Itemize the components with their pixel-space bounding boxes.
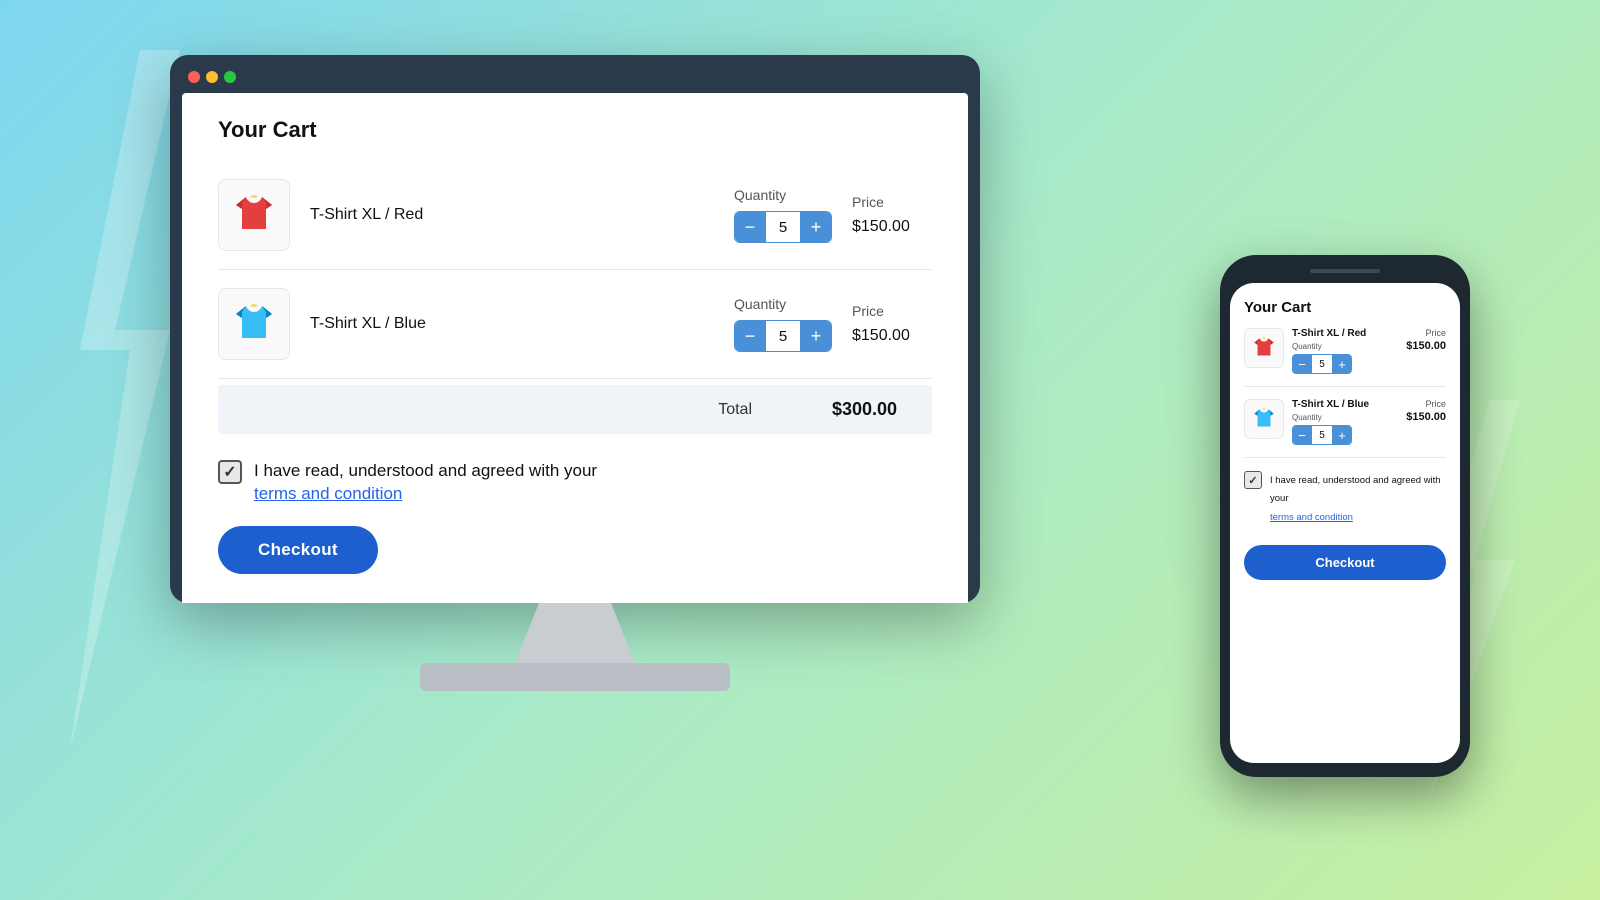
item-1-decrement-button[interactable]: − xyxy=(735,212,765,242)
mobile-cart-title: Your Cart xyxy=(1244,299,1446,316)
mobile-item-1-qty-control: − 5 + xyxy=(1292,354,1352,374)
item-1-qty-control: − 5 + xyxy=(734,211,832,243)
desktop-cart-item-2: T-Shirt XL / Blue Quantity − 5 + Price $… xyxy=(218,270,932,379)
mobile-terms-checkbox[interactable]: ✓ xyxy=(1244,471,1262,489)
desktop-total-value: $300.00 xyxy=(832,399,912,420)
mobile-item-1-image xyxy=(1244,328,1284,368)
desktop-total-label: Total xyxy=(718,401,752,419)
desktop-total-row: Total $300.00 xyxy=(218,385,932,434)
mobile-phone: Your Cart T-Shirt XL / Red Quantity − xyxy=(1220,255,1470,777)
monitor-screen: Your Cart T-Shirt XL / Red Quantity − xyxy=(182,93,968,603)
desktop-cart-item-1: T-Shirt XL / Red Quantity − 5 + Price $1… xyxy=(218,161,932,270)
mobile-item-1-price-section: Price $150.00 xyxy=(1406,328,1446,352)
item-1-name: T-Shirt XL / Red xyxy=(310,206,714,224)
mobile-item-2-name: T-Shirt XL / Blue xyxy=(1292,399,1398,410)
mobile-terms-text-block: I have read, understood and agreed with … xyxy=(1270,470,1446,525)
desktop-cart-title: Your Cart xyxy=(218,117,932,143)
item-2-increment-button[interactable]: + xyxy=(801,321,831,351)
desktop-monitor: Your Cart T-Shirt XL / Red Quantity − xyxy=(170,55,980,691)
item-1-qty-section: Quantity − 5 + xyxy=(734,187,832,243)
mobile-item-2-price-value: $150.00 xyxy=(1406,411,1446,423)
close-dot xyxy=(188,71,200,83)
mobile-item-1-increment-button[interactable]: + xyxy=(1333,355,1351,373)
desktop-terms-checkbox[interactable]: ✓ xyxy=(218,460,242,484)
item-2-qty-label: Quantity xyxy=(734,296,786,312)
mobile-terms-text: I have read, understood and agreed with … xyxy=(1270,475,1441,504)
mobile-item-1-qty-label: Quantity xyxy=(1292,342,1398,351)
mobile-cart-item-1: T-Shirt XL / Red Quantity − 5 + Price $1… xyxy=(1244,328,1446,387)
mobile-blue-tshirt-icon xyxy=(1250,405,1278,433)
item-2-image-box xyxy=(218,288,290,360)
mobile-item-2-qty-label: Quantity xyxy=(1292,413,1398,422)
desktop-terms-text: I have read, understood and agreed with … xyxy=(254,461,597,480)
item-1-qty-value: 5 xyxy=(765,212,801,242)
mobile-item-2-decrement-button[interactable]: − xyxy=(1293,426,1311,444)
mobile-item-1-decrement-button[interactable]: − xyxy=(1293,355,1311,373)
monitor-stand xyxy=(170,603,980,691)
item-2-name: T-Shirt XL / Blue xyxy=(310,315,714,333)
mobile-terms-row: ✓ I have read, understood and agreed wit… xyxy=(1244,470,1446,525)
phone-frame: Your Cart T-Shirt XL / Red Quantity − xyxy=(1220,255,1470,777)
mobile-item-1-details: T-Shirt XL / Red Quantity − 5 + xyxy=(1292,328,1398,374)
mobile-item-2-qty-control: − 5 + xyxy=(1292,425,1352,445)
mobile-item-2-details: T-Shirt XL / Blue Quantity − 5 + xyxy=(1292,399,1398,445)
item-2-price-value: $150.00 xyxy=(852,327,910,345)
item-1-price-section: Price $150.00 xyxy=(852,194,932,236)
mobile-item-1-qty-value: 5 xyxy=(1311,355,1333,373)
title-bar xyxy=(182,67,968,93)
mobile-item-1-name: T-Shirt XL / Red xyxy=(1292,328,1398,339)
item-2-price-section: Price $150.00 xyxy=(852,303,932,345)
mobile-checkmark-icon: ✓ xyxy=(1248,474,1257,487)
minimize-dot xyxy=(206,71,218,83)
desktop-checkmark-icon: ✓ xyxy=(223,462,236,482)
mobile-item-1-price-value: $150.00 xyxy=(1406,340,1446,352)
stand-base xyxy=(420,663,730,691)
item-1-price-label: Price xyxy=(852,194,884,210)
desktop-checkout-button[interactable]: Checkout xyxy=(218,526,378,574)
red-tshirt-icon xyxy=(228,189,280,241)
phone-screen: Your Cart T-Shirt XL / Red Quantity − xyxy=(1230,283,1460,763)
mobile-item-1-price-label: Price xyxy=(1425,328,1446,338)
item-1-image-box xyxy=(218,179,290,251)
mobile-terms-link[interactable]: terms and condition xyxy=(1270,512,1353,523)
mobile-item-2-image xyxy=(1244,399,1284,439)
mobile-item-2-qty-value: 5 xyxy=(1311,426,1333,444)
desktop-terms-row: ✓ I have read, understood and agreed wit… xyxy=(218,458,932,504)
monitor-frame: Your Cart T-Shirt XL / Red Quantity − xyxy=(170,55,980,603)
maximize-dot xyxy=(224,71,236,83)
item-2-qty-value: 5 xyxy=(765,321,801,351)
mobile-cart-item-2: T-Shirt XL / Blue Quantity − 5 + Price $… xyxy=(1244,399,1446,458)
mobile-checkout-button[interactable]: Checkout xyxy=(1244,545,1446,580)
item-2-qty-control: − 5 + xyxy=(734,320,832,352)
desktop-terms-text-block: I have read, understood and agreed with … xyxy=(254,458,597,504)
item-2-decrement-button[interactable]: − xyxy=(735,321,765,351)
phone-notch xyxy=(1310,269,1380,273)
mobile-item-2-increment-button[interactable]: + xyxy=(1333,426,1351,444)
item-1-qty-label: Quantity xyxy=(734,187,786,203)
stand-neck xyxy=(515,603,635,663)
item-2-qty-section: Quantity − 5 + xyxy=(734,296,832,352)
item-2-price-label: Price xyxy=(852,303,884,319)
desktop-terms-link[interactable]: terms and condition xyxy=(254,484,402,503)
mobile-item-2-price-section: Price $150.00 xyxy=(1406,399,1446,423)
item-1-price-value: $150.00 xyxy=(852,218,910,236)
mobile-item-2-price-label: Price xyxy=(1425,399,1446,409)
blue-tshirt-icon xyxy=(228,298,280,350)
item-1-increment-button[interactable]: + xyxy=(801,212,831,242)
mobile-red-tshirt-icon xyxy=(1250,334,1278,362)
